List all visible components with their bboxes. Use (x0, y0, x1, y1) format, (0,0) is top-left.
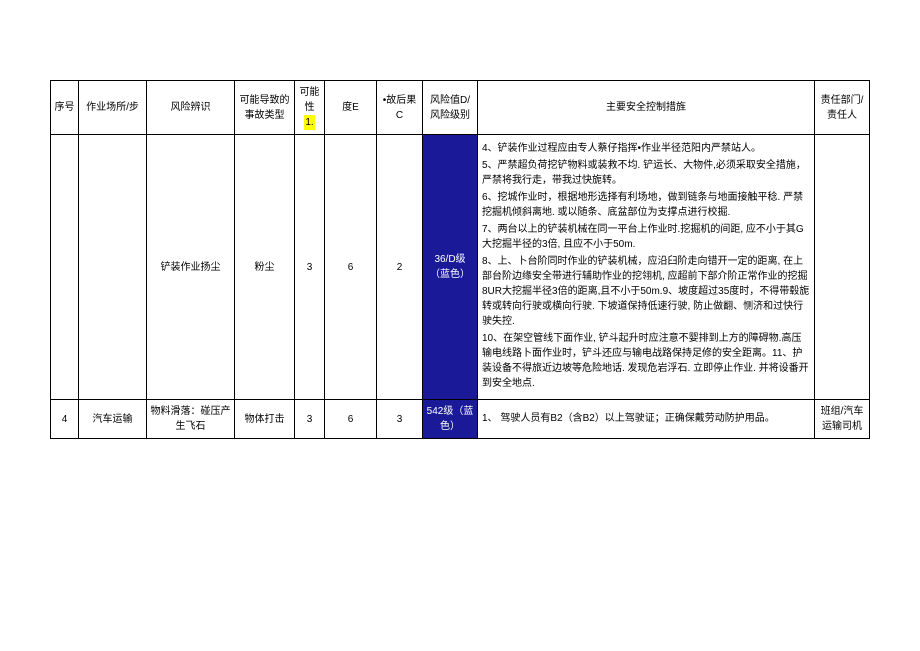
measure-item: 8、上、卜台阶同时作业的铲装机械，应沿臼阶走向错开一定的距离, 在上部台阶边缘安… (482, 254, 810, 329)
cell-C: 2 (377, 135, 423, 400)
th-E: 度E (325, 81, 377, 135)
page: 序号 作业场所/步 风险辨识 可能导致的事故类型 可能性 1. 度E •故后果C… (0, 0, 920, 469)
table-row: 铲装作业扬尘 粉尘 3 6 2 36/D级（蓝色） 4、铲装作业过程应由专人蔡仔… (51, 135, 870, 400)
th-type: 可能导致的事故类型 (235, 81, 295, 135)
cell-resp: 班组/汽车运输司机 (815, 400, 870, 439)
cell-resp (815, 135, 870, 400)
measure-item: 7、两台以上的铲装机械在同一平台上作业时.挖掘机的间距, 应不小于其G大挖掘半径… (482, 222, 810, 252)
table-body: 铲装作业扬尘 粉尘 3 6 2 36/D级（蓝色） 4、铲装作业过程应由专人蔡仔… (51, 135, 870, 439)
cell-risklevel: 542级（蓝色） (423, 400, 478, 439)
cell-risk: 物料滑落：碰压产生飞石 (147, 400, 235, 439)
cell-L: 3 (295, 135, 325, 400)
cell-measures: 4、铲装作业过程应由专人蔡仔指挥•作业半径范阳内严禁站人。 5、严禁超负荷挖铲物… (478, 135, 815, 400)
th-D: 风险值D/风险级别 (423, 81, 478, 135)
cell-measures: 1、 驾驶人员有B2（含B2）以上驾驶证；正确保戴劳动防护用品。 (478, 400, 815, 439)
cell-type: 粉尘 (235, 135, 295, 400)
th-L: 可能性 1. (295, 81, 325, 135)
cell-place: 汽车运输 (79, 400, 147, 439)
cell-C: 3 (377, 400, 423, 439)
th-measures: 主要安全控制措旌 (478, 81, 815, 135)
table-header: 序号 作业场所/步 风险辨识 可能导致的事故类型 可能性 1. 度E •故后果C… (51, 81, 870, 135)
cell-place (79, 135, 147, 400)
table-row: 4 汽车运输 物料滑落：碰压产生飞石 物体打击 3 6 3 542级（蓝色） 1… (51, 400, 870, 439)
cell-L: 3 (295, 400, 325, 439)
risk-table: 序号 作业场所/步 风险辨识 可能导致的事故类型 可能性 1. 度E •故后果C… (50, 80, 870, 439)
cell-seq (51, 135, 79, 400)
th-seq: 序号 (51, 81, 79, 135)
th-resp: 责任部门/责任人 (815, 81, 870, 135)
cell-type: 物体打击 (235, 400, 295, 439)
cell-risk: 铲装作业扬尘 (147, 135, 235, 400)
cell-risklevel: 36/D级（蓝色） (423, 135, 478, 400)
th-L-line1: 可能性 (300, 87, 320, 113)
th-place: 作业场所/步 (79, 81, 147, 135)
measure-item: 5、严禁超负荷挖铲物料或装救不均. 铲运长、大物件,必须采取安全措施，严禁将我行… (482, 158, 810, 188)
cell-seq: 4 (51, 400, 79, 439)
th-L-highlight: 1. (304, 115, 314, 130)
th-risk: 风险辨识 (147, 81, 235, 135)
th-C: •故后果C (377, 81, 423, 135)
measure-item: 6、挖城作业时，根据地形选择有利场地，做到链条与地面接触平稔. 严禁挖掘机倾斜离… (482, 190, 810, 220)
cell-E: 6 (325, 400, 377, 439)
measure-item: 10、在架空管线下面作业, 铲斗起升时应注意不婴排到上方的障碍物.高压输电线路卜… (482, 331, 810, 391)
cell-E: 6 (325, 135, 377, 400)
measure-item: 1、 驾驶人员有B2（含B2）以上驾驶证；正确保戴劳动防护用品。 (482, 411, 810, 426)
measure-item: 4、铲装作业过程应由专人蔡仔指挥•作业半径范阳内严禁站人。 (482, 141, 810, 156)
